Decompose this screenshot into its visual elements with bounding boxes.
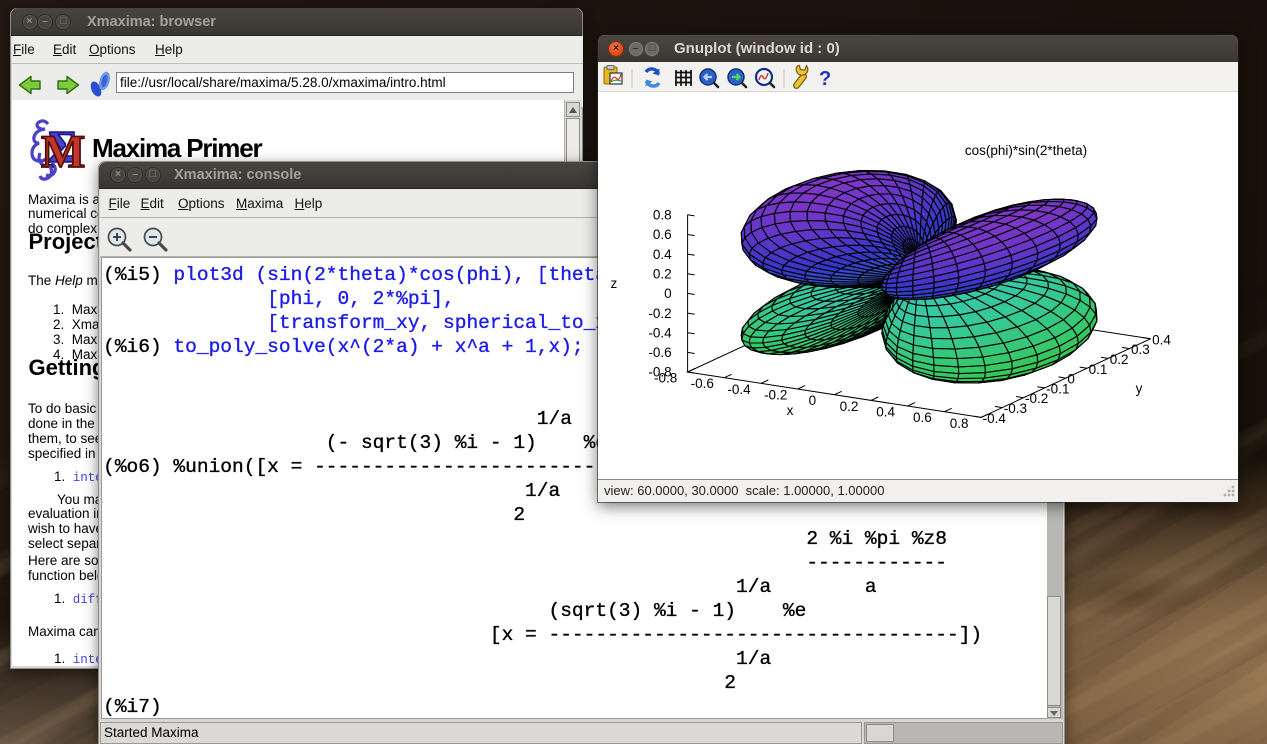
svg-text:0: 0 <box>809 393 817 408</box>
svg-text:z: z <box>611 276 618 291</box>
svg-text:-0.4: -0.4 <box>983 411 1007 426</box>
svg-text:-0.3: -0.3 <box>1004 401 1027 416</box>
svg-text:0.2: 0.2 <box>1110 352 1129 367</box>
svg-text:-0.4: -0.4 <box>648 325 672 340</box>
svg-text:-0.2: -0.2 <box>764 388 787 403</box>
svg-text:0.4: 0.4 <box>876 405 895 420</box>
svg-text:-0.6: -0.6 <box>648 345 671 360</box>
svg-text:0.6: 0.6 <box>653 227 672 242</box>
svg-text:-0.6: -0.6 <box>691 376 714 391</box>
svg-text:-0.2: -0.2 <box>1025 391 1048 406</box>
svg-text:0.8: 0.8 <box>950 416 969 431</box>
svg-text:0.8: 0.8 <box>653 208 672 223</box>
svg-text:-0.8: -0.8 <box>654 371 677 386</box>
svg-text:0: 0 <box>664 286 672 301</box>
svg-text:0.2: 0.2 <box>653 267 672 282</box>
svg-text:0.2: 0.2 <box>840 399 859 414</box>
svg-text:-0.2: -0.2 <box>648 306 671 321</box>
svg-text:0.6: 0.6 <box>913 410 932 425</box>
svg-text:?: ? <box>819 68 831 90</box>
svg-text:-0.1: -0.1 <box>1046 381 1069 396</box>
svg-text:0.3: 0.3 <box>1131 342 1150 357</box>
svg-text:y: y <box>1136 381 1143 396</box>
svg-text:M: M <box>41 126 85 178</box>
svg-text:0: 0 <box>1067 372 1075 387</box>
svg-text:-0.4: -0.4 <box>727 382 751 397</box>
svg-text:0.1: 0.1 <box>1089 362 1108 377</box>
svg-text:x: x <box>787 403 794 418</box>
svg-text:cos(phi)*sin(2*theta): cos(phi)*sin(2*theta) <box>965 143 1087 158</box>
svg-text:0.4: 0.4 <box>1152 332 1171 347</box>
svg-text:0.4: 0.4 <box>653 247 672 262</box>
